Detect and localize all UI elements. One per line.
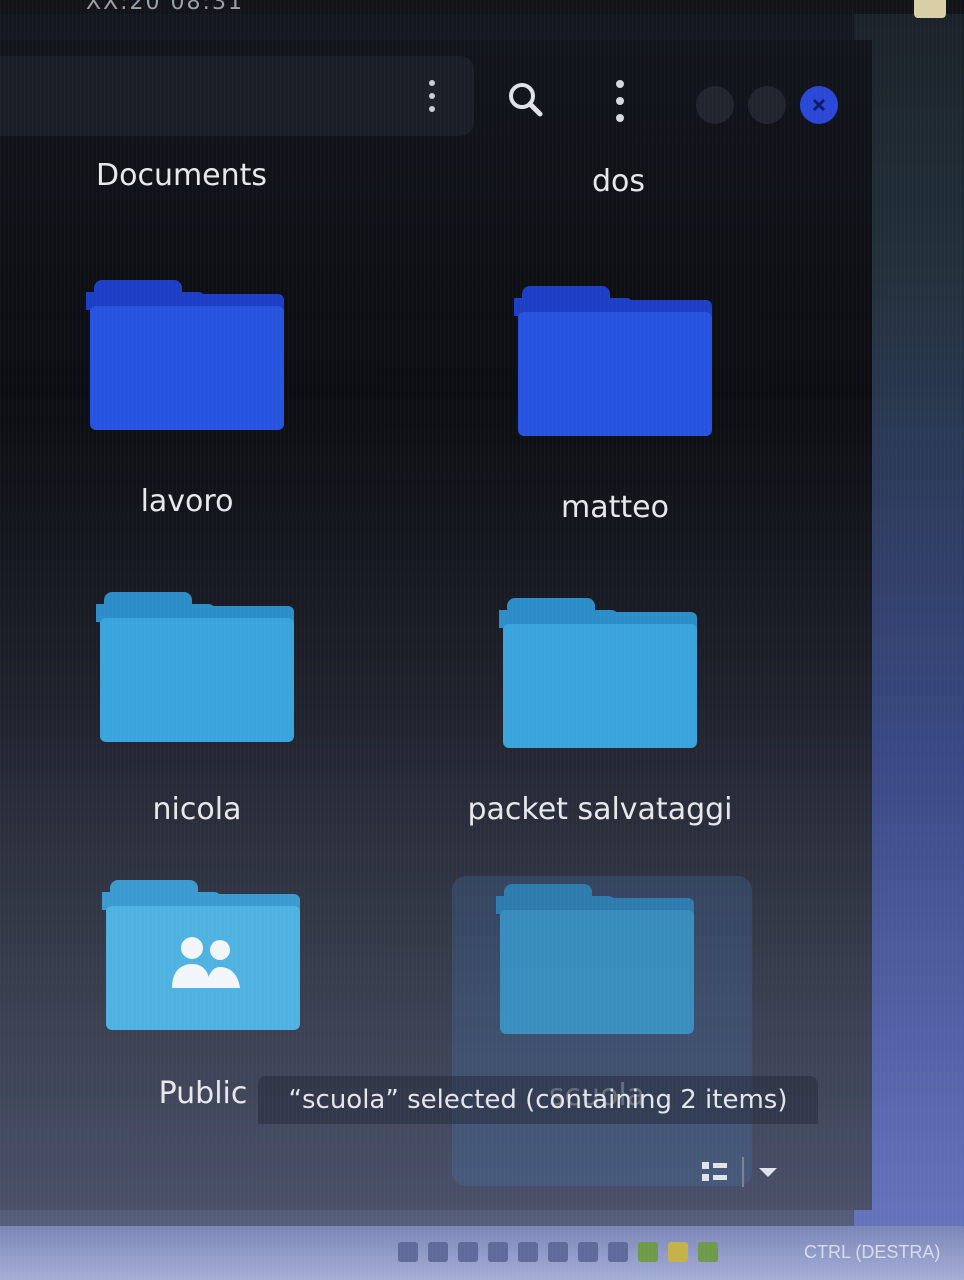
usb-icon[interactable] [518,1242,538,1262]
folder-icon [514,286,712,436]
folder-icon [499,598,697,748]
audio-icon[interactable] [458,1242,478,1262]
file-item-label: Documents [96,158,268,193]
shared-folder-icon[interactable] [548,1242,568,1262]
file-item-matteo[interactable]: matteo [514,286,712,525]
folder-icon [86,280,284,430]
panel-clock: XX:20 08:31 [86,0,244,15]
panel-tray-icon[interactable] [914,0,946,18]
file-grid: Documents dos lavoro matteo nicola packe… [0,140,872,1186]
file-item-nicola[interactable]: nicola [96,592,294,827]
search-icon[interactable] [502,76,550,124]
main-menu-icon[interactable] [606,80,634,122]
mouse-integration-icon[interactable] [698,1242,718,1262]
host-key-label: CTRL (DESTRA) [804,1242,941,1262]
file-item-label: nicola [152,792,242,827]
network-icon[interactable] [488,1242,508,1262]
chevron-down-icon[interactable] [756,1164,780,1180]
file-item-lavoro[interactable]: lavoro [86,280,284,519]
top-panel: XX:20 08:31 [0,0,964,18]
file-item-label: lavoro [140,484,234,519]
file-item-label: packet salvataggi [467,792,733,827]
cpu-icon[interactable] [638,1242,658,1262]
file-item-label: dos [592,164,646,199]
arrow-icon[interactable] [668,1242,688,1262]
header-bar [0,40,872,140]
folder-icon [96,592,294,742]
file-item-dos[interactable]: dos [592,164,645,199]
folder-icon [496,884,694,1034]
recording-icon[interactable] [608,1242,628,1262]
close-icon[interactable] [800,86,838,124]
selection-status: “scuola” selected (containing 2 items) [258,1076,818,1124]
grid-view-icon[interactable] [700,1160,730,1184]
display-icon[interactable] [578,1242,598,1262]
desktop-screen: XX:20 08:31 Documents dos lavoro matteo … [0,0,964,1280]
view-separator [742,1157,744,1187]
minimize-button[interactable] [696,86,734,124]
path-menu-icon[interactable] [418,80,446,112]
path-bar[interactable] [0,56,474,136]
vm-status-bar: CTRL (DESTRA) [0,1226,964,1280]
file-item-packet-salvataggi[interactable]: packet salvataggi [450,598,750,827]
file-item-documents[interactable]: Documents [96,158,267,193]
maximize-button[interactable] [748,86,786,124]
view-controls [700,1152,780,1192]
people-icon [172,937,240,988]
optical-drive-icon[interactable] [428,1242,448,1262]
file-item-label: Public [158,1076,248,1111]
file-manager-window: Documents dos lavoro matteo nicola packe… [0,40,872,1210]
public-folder-icon [102,880,300,1030]
vm-tray-icons [398,1242,718,1262]
file-item-label: matteo [561,490,669,525]
disk-icon[interactable] [398,1242,418,1262]
